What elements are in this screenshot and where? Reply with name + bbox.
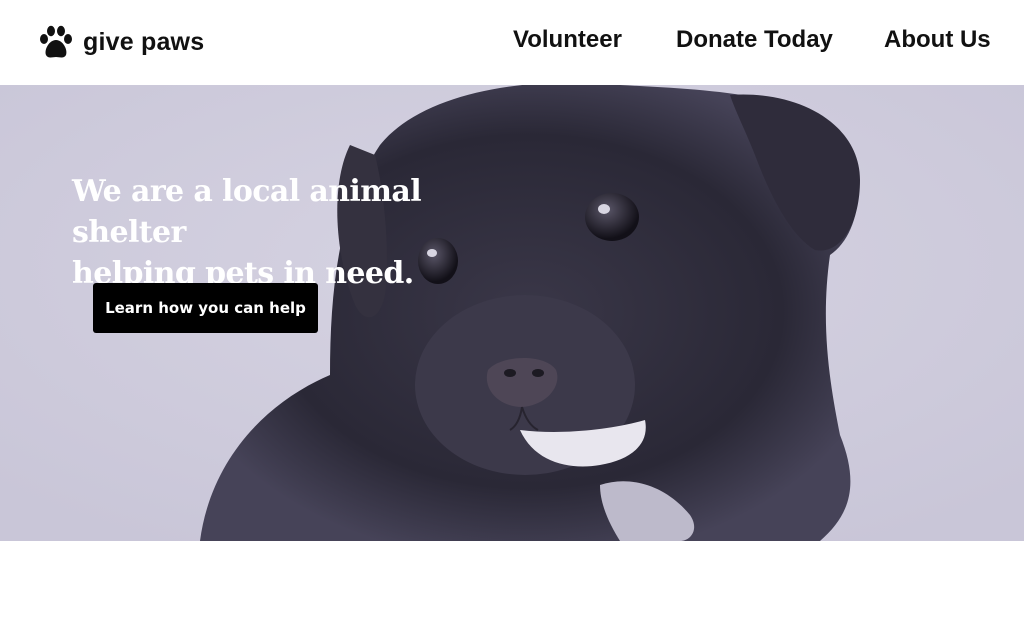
nav-link-volunteer[interactable]: Volunteer — [513, 26, 622, 54]
hero-headline: We are a local animal shelter helping pe… — [72, 171, 542, 294]
logo-link[interactable]: give paws — [38, 24, 204, 60]
nav-link-about-us[interactable]: About Us — [884, 26, 991, 54]
site-header: give paws Volunteer Donate Today About U… — [0, 0, 1024, 85]
content-area-below-hero — [0, 541, 1024, 633]
brand-name: give paws — [83, 27, 205, 56]
hero-banner: We are a local animal shelter helping pe… — [0, 85, 1024, 541]
learn-how-to-help-button[interactable]: Learn how you can help — [93, 283, 318, 333]
nav-link-donate-today[interactable]: Donate Today — [676, 26, 833, 54]
paw-print-icon — [38, 24, 74, 60]
hero-headline-line-1: We are a local animal shelter — [72, 174, 422, 250]
